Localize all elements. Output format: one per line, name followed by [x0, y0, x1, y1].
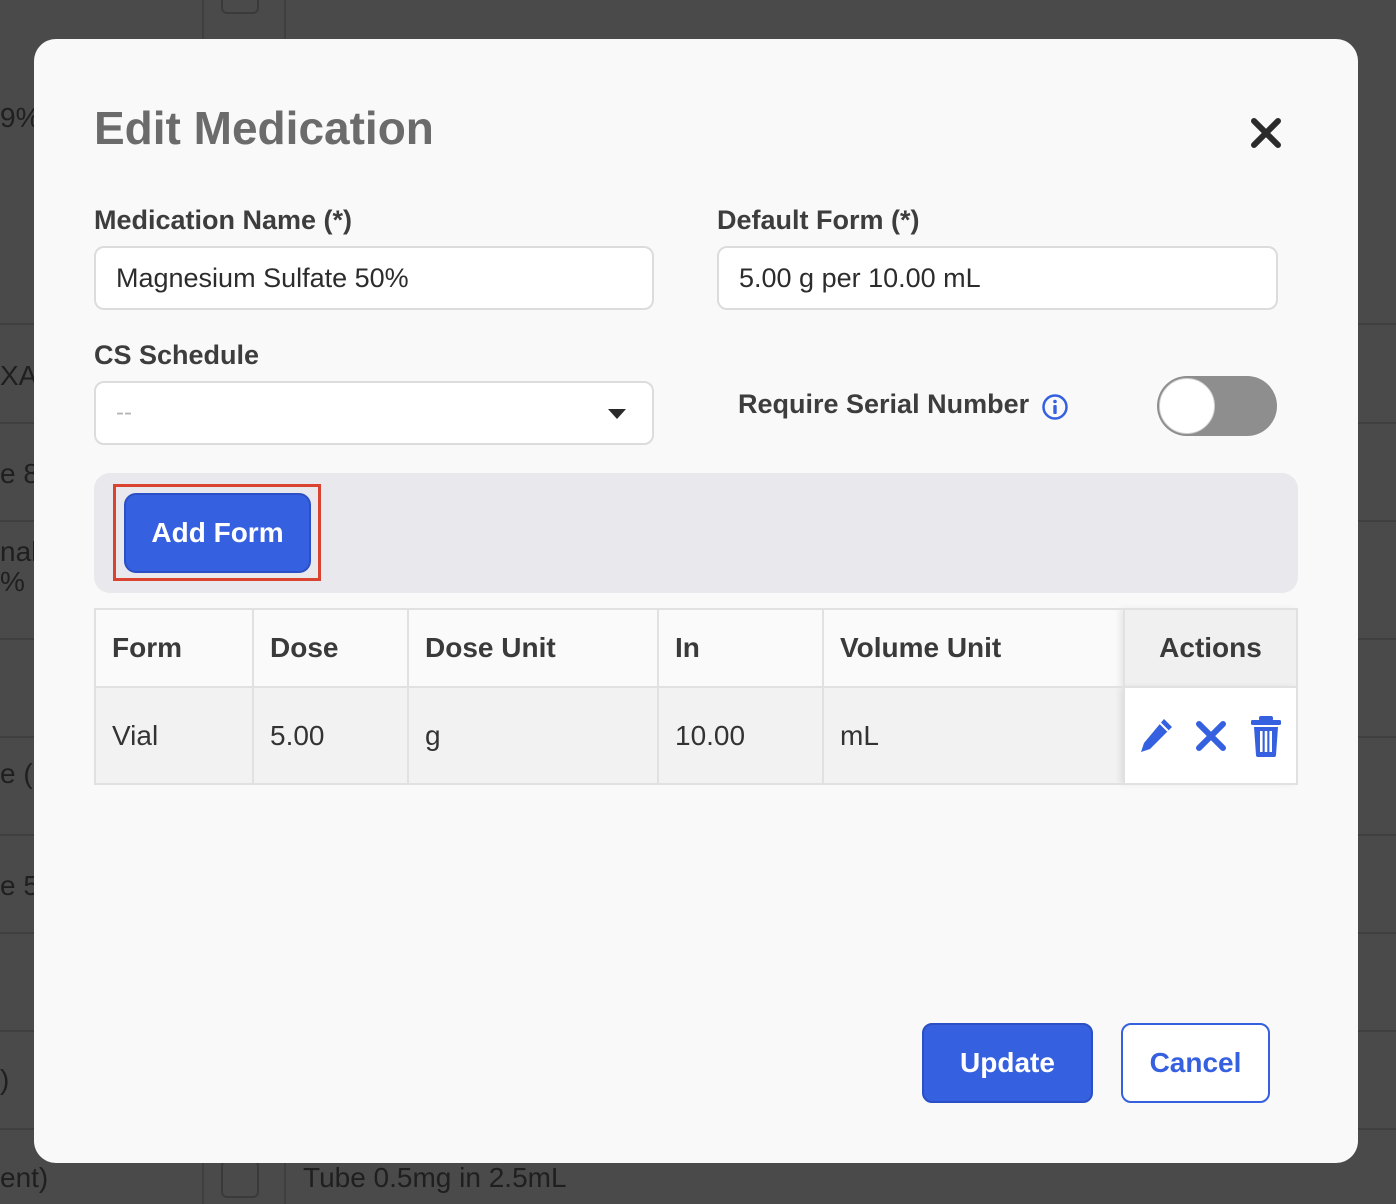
trash-icon[interactable] [1246, 714, 1286, 758]
bg-cell-text: ent) [0, 1162, 49, 1193]
cancel-button[interactable]: Cancel [1121, 1023, 1270, 1103]
edit-medication-modal: Edit Medication Medication Name (*) Defa… [34, 39, 1358, 1163]
pencil-icon[interactable] [1135, 714, 1175, 758]
close-icon [1251, 118, 1281, 148]
info-icon[interactable] [1041, 393, 1069, 421]
bg-cell-text: XA [0, 360, 38, 391]
update-button[interactable]: Update [922, 1023, 1093, 1103]
bg-row-checkbox [221, 1160, 259, 1198]
cell-in: 10.00 [657, 686, 824, 785]
medication-name-input[interactable] [94, 246, 654, 310]
bg-cell-text: e ( [0, 758, 33, 789]
close-icon[interactable] [1191, 714, 1231, 758]
modal-title: Edit Medication [94, 102, 434, 154]
column-header-dose-unit: Dose Unit [407, 608, 659, 688]
cell-dose: 5.00 [252, 686, 409, 785]
bg-cell-text: Tube 0.5mg in 2.5mL [303, 1162, 567, 1193]
toggle-knob [1159, 378, 1215, 434]
require-serial-toggle[interactable] [1157, 376, 1277, 436]
cs-schedule-value: -- [116, 399, 132, 426]
add-form-button[interactable]: Add Form [124, 493, 311, 573]
column-header-dose: Dose [252, 608, 409, 688]
default-form-label: Default Form (*) [717, 205, 920, 235]
forms-table: Form Dose Dose Unit In Volume Unit Actio… [94, 608, 1298, 785]
default-form-input[interactable] [717, 246, 1278, 310]
cell-form: Vial [94, 686, 254, 785]
medication-name-label: Medication Name (*) [94, 205, 353, 235]
cell-dose-unit: g [407, 686, 659, 785]
column-header-in: In [657, 608, 824, 688]
cell-actions [1123, 686, 1298, 785]
close-button[interactable] [1246, 113, 1286, 153]
require-serial-label: Require Serial Number [738, 389, 1030, 419]
chevron-down-icon [608, 409, 626, 419]
cs-schedule-select[interactable]: -- [94, 381, 654, 445]
column-header-volume-unit: Volume Unit [822, 608, 1125, 688]
table-row: Vial 5.00 g 10.00 mL [94, 686, 1298, 785]
cs-schedule-label: CS Schedule [94, 340, 260, 370]
column-header-actions: Actions [1123, 608, 1298, 688]
bg-cell-text: ) [0, 1064, 10, 1095]
form-toolbar: Add Form [94, 473, 1298, 593]
bg-row-checkbox [221, 0, 259, 14]
column-header-form: Form [94, 608, 254, 688]
table-header-row: Form Dose Dose Unit In Volume Unit Actio… [94, 608, 1298, 688]
cell-volume-unit: mL [822, 686, 1125, 785]
